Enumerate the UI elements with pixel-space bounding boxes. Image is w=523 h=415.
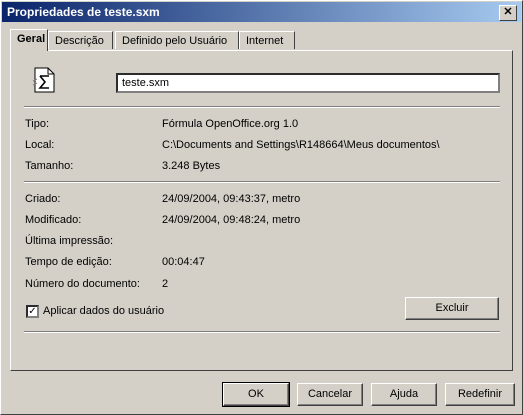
cancel-button[interactable]: Cancelar bbox=[297, 383, 363, 406]
window-title: Propriedades de teste.sxm bbox=[7, 5, 160, 19]
type-value: Fórmula OpenOffice.org 1.0 bbox=[162, 118, 299, 130]
tab-definido-pelo-usuario[interactable]: Definido pelo Usuário bbox=[115, 31, 239, 49]
help-button[interactable]: Ajuda bbox=[371, 383, 437, 406]
tab-panel bbox=[10, 50, 513, 371]
delete-button[interactable]: Excluir bbox=[405, 297, 499, 320]
edit-time-label: Tempo de edição: bbox=[25, 256, 112, 268]
separator bbox=[24, 106, 500, 108]
created-value: 24/09/2004, 09:43:37, metro bbox=[162, 193, 301, 205]
document-number-label: Número do documento: bbox=[25, 278, 140, 290]
formula-document-icon bbox=[32, 67, 55, 93]
title-bar[interactable]: Propriedades de teste.sxm ✕ bbox=[2, 2, 521, 22]
last-printed-label: Última impressão: bbox=[25, 235, 114, 247]
size-value: 3.248 Bytes bbox=[162, 160, 221, 172]
close-button[interactable]: ✕ bbox=[499, 5, 517, 21]
tab-descricao[interactable]: Descrição bbox=[48, 31, 113, 49]
location-value: C:\Documents and Settings\R148664\Meus d… bbox=[162, 139, 440, 151]
ok-button[interactable]: OK bbox=[222, 382, 290, 407]
location-label: Local: bbox=[25, 139, 55, 151]
separator bbox=[24, 181, 500, 183]
tab-internet[interactable]: Internet bbox=[239, 31, 295, 49]
created-label: Criado: bbox=[25, 193, 61, 205]
separator bbox=[24, 331, 500, 333]
modified-value: 24/09/2004, 09:48:24, metro bbox=[162, 214, 301, 226]
modified-label: Modificado: bbox=[25, 214, 82, 226]
properties-dialog: Propriedades de teste.sxm ✕ Geral Descri… bbox=[0, 0, 523, 415]
type-label: Tipo: bbox=[25, 118, 50, 130]
apply-user-data-checkbox[interactable]: ✓ bbox=[26, 305, 39, 318]
size-label: Tamanho: bbox=[25, 160, 74, 172]
tab-geral[interactable]: Geral bbox=[10, 29, 48, 51]
document-number-value: 2 bbox=[162, 278, 169, 290]
reset-button[interactable]: Redefinir bbox=[445, 383, 515, 406]
apply-user-data-label[interactable]: Aplicar dados do usuário bbox=[43, 305, 164, 317]
filename-input[interactable] bbox=[116, 73, 500, 93]
edit-time-value: 00:04:47 bbox=[162, 256, 205, 268]
